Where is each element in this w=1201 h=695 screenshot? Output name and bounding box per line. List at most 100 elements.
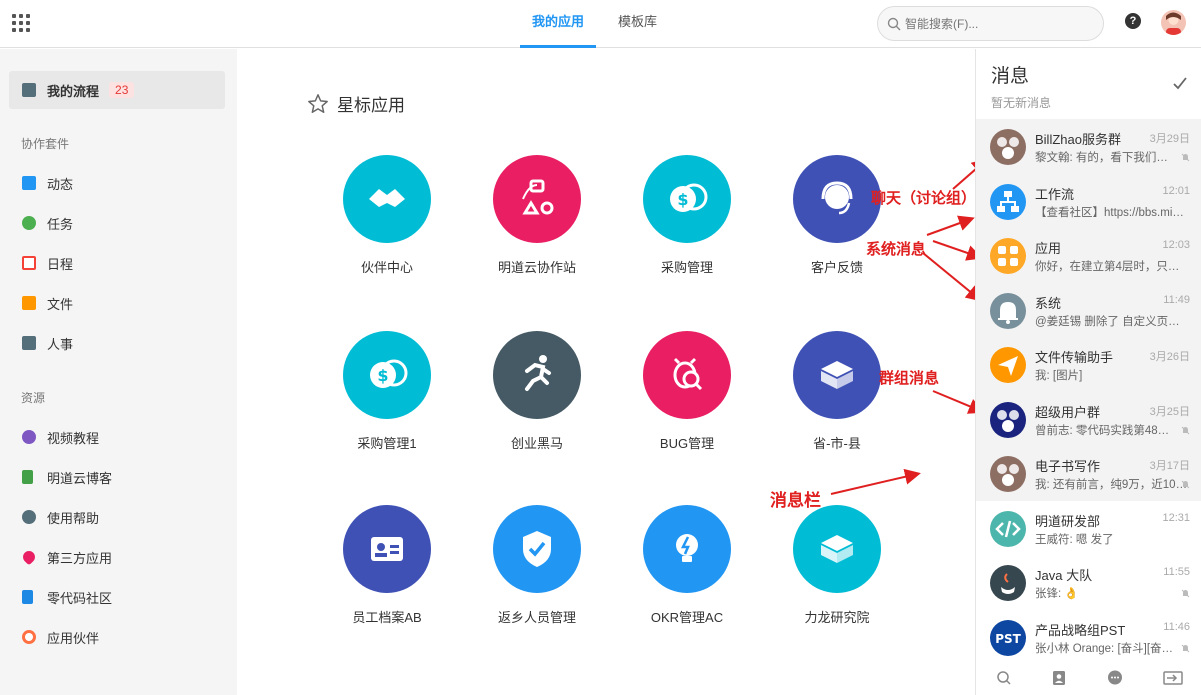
sidebar-item-calendar[interactable]: 日程 [22,253,73,273]
top-tabs: 我的应用 模板库 [520,0,679,48]
group-avatar-icon [997,137,1019,159]
svg-text:PST: PST [995,632,1021,646]
message-time: 3月26日 [1149,351,1190,363]
sidebar-item-blog[interactable]: 明道云博客 [22,467,112,487]
community-icon [22,590,33,604]
app-label: 采购管理1 [357,436,417,451]
app-icon-circle [793,331,881,419]
handshake-icon [369,189,405,207]
search-input[interactable] [905,14,1090,34]
message-time: 3月29日 [1149,133,1190,145]
message-name: 产品战略组PST [1035,622,1126,638]
user-avatar[interactable] [1161,10,1186,35]
sidebar-item-label: 应用伙伴 [47,630,100,646]
coins-icon: $ [670,183,708,212]
sidebar-item-video[interactable]: 视频教程 [22,427,99,447]
sidebar-item-third-party[interactable]: 第三方应用 [20,547,112,567]
app-grid-icon[interactable] [12,14,30,32]
message-avatar [990,238,1026,274]
app-icon-circle: $ [343,331,431,419]
sidebar-item-label: 文件 [47,296,74,312]
message-item[interactable]: 工作流 12:01 【查看社区】https://bbs.mi… [976,173,1201,228]
message-avatar [990,347,1026,383]
app-tile[interactable]: $ 采购管理1 [327,331,447,452]
my-flow-label: 我的流程 [47,83,100,99]
search-box[interactable] [877,6,1104,41]
mark-read-icon[interactable] [1172,75,1188,91]
message-time: 3月25日 [1149,405,1190,418]
java-icon [1001,573,1015,594]
app-tile[interactable]: $ 采购管理 [627,155,747,276]
sidebar-item-help[interactable]: 使用帮助 [22,507,99,527]
message-item[interactable]: PST 产品战略组PST 11:46 张小林 Orange: [奋斗][奋… [976,610,1201,665]
tab-templates[interactable]: 模板库 [606,0,669,48]
task-check-icon [22,216,36,230]
workflow-icon [997,190,1019,212]
app-icon-circle [493,155,581,243]
message-avatar [990,456,1026,492]
help-icon[interactable]: ? [1125,13,1141,29]
app-tile[interactable]: BUG管理 [627,331,747,452]
app-label: 员工档案AB [352,610,422,625]
sidebar-item-label: 动态 [47,176,74,192]
app-tile[interactable]: 伙伴中心 [327,155,447,276]
message-item[interactable]: Java 大队 11:55 张锋: 👌 [976,555,1201,610]
message-item[interactable]: 系统 11:49 @姜廷锡 删除了 自定义页… [976,282,1201,337]
message-item[interactable]: 明道研发部 12:31 王威符: 嗯 发了 [976,501,1201,556]
app-tile[interactable]: 明道云协作站 [477,155,597,276]
sidebar-item-feed[interactable]: 动态 [22,173,73,193]
sidebar-item-community[interactable]: 零代码社区 [22,587,112,607]
starred-section-title: 星标应用 [307,91,405,116]
starred-title-text: 星标应用 [337,96,405,115]
sidebar-item-files[interactable]: 文件 [22,293,73,313]
message-avatar [990,183,1026,220]
group-avatar-icon [997,409,1019,432]
tab-my-apps[interactable]: 我的应用 [520,0,597,48]
message-avatar [990,292,1026,329]
annotation-group: 群组消息 [879,370,940,387]
bulb-icon [676,534,698,562]
messages-title: 消息 [991,66,1030,87]
sidebar-item-label: 使用帮助 [47,510,100,526]
message-time: 11:49 [1163,293,1190,306]
app-tile[interactable]: 员工档案AB [327,505,447,626]
app-label: 返乡人员管理 [497,610,576,625]
app-label: 力龙研究院 [804,610,870,625]
contacts-icon[interactable] [1051,670,1067,686]
sidebar-item-tasks[interactable]: 任务 [22,213,73,233]
sidebar-item-hr[interactable]: 人事 [22,333,73,353]
message-item[interactable]: 电子书写作 3月17日 我: 还有前言，纯9万，近10… [976,446,1201,501]
app-tile[interactable]: 省-市-县 [777,331,897,452]
app-tile[interactable]: 返乡人员管理 [477,505,597,626]
messages-panel: 消息 暂无新消息 BillZhao服务群 3月29日 黎文翰: 有的，看下我们… 工作… [975,49,1201,695]
app-tile[interactable]: 创业黑马 [477,331,597,452]
app-icon-circle [643,331,731,419]
search-icon[interactable] [996,670,1012,686]
app-icon-circle [493,331,581,419]
message-item[interactable]: 超级用户群 3月25日 曾前志: 零代码实践第48… [976,391,1201,446]
message-item[interactable]: BillZhao服务群 3月29日 黎文翰: 有的，看下我们… [976,119,1201,174]
sidebar-item-label: 明道云博客 [47,470,113,486]
send-icon [998,356,1018,376]
collapse-icon[interactable] [1162,670,1183,686]
app-tile[interactable]: 力龙研究院 [777,505,897,626]
blog-icon [22,470,33,484]
message-name: 文件传输助手 [1035,350,1114,365]
star-icon[interactable] [307,93,329,115]
message-item[interactable]: 文件传输助手 3月26日我: [图片] [976,337,1201,392]
message-item[interactable]: 应用 12:03 你好，在建立第4层时，只… [976,228,1201,283]
brick-icon [821,535,853,563]
app-tile[interactable]: OKR管理AC [627,505,747,626]
svg-text:$: $ [677,190,688,209]
sidebar-item-partner[interactable]: 应用伙伴 [22,627,99,647]
hr-icon [22,336,36,350]
chat-icon[interactable] [1106,669,1124,687]
message-preview: 我: [图片] [1035,370,1083,382]
app-icon-circle [793,505,881,593]
sidebar-item-my-flow[interactable]: 我的流程 23 [22,80,135,100]
message-time: 12:01 [1162,184,1190,197]
help-icon [22,510,36,524]
message-name: Java 大队 [1035,568,1093,583]
app-icon-circle [793,155,881,243]
sidebar-item-label: 任务 [47,216,74,232]
